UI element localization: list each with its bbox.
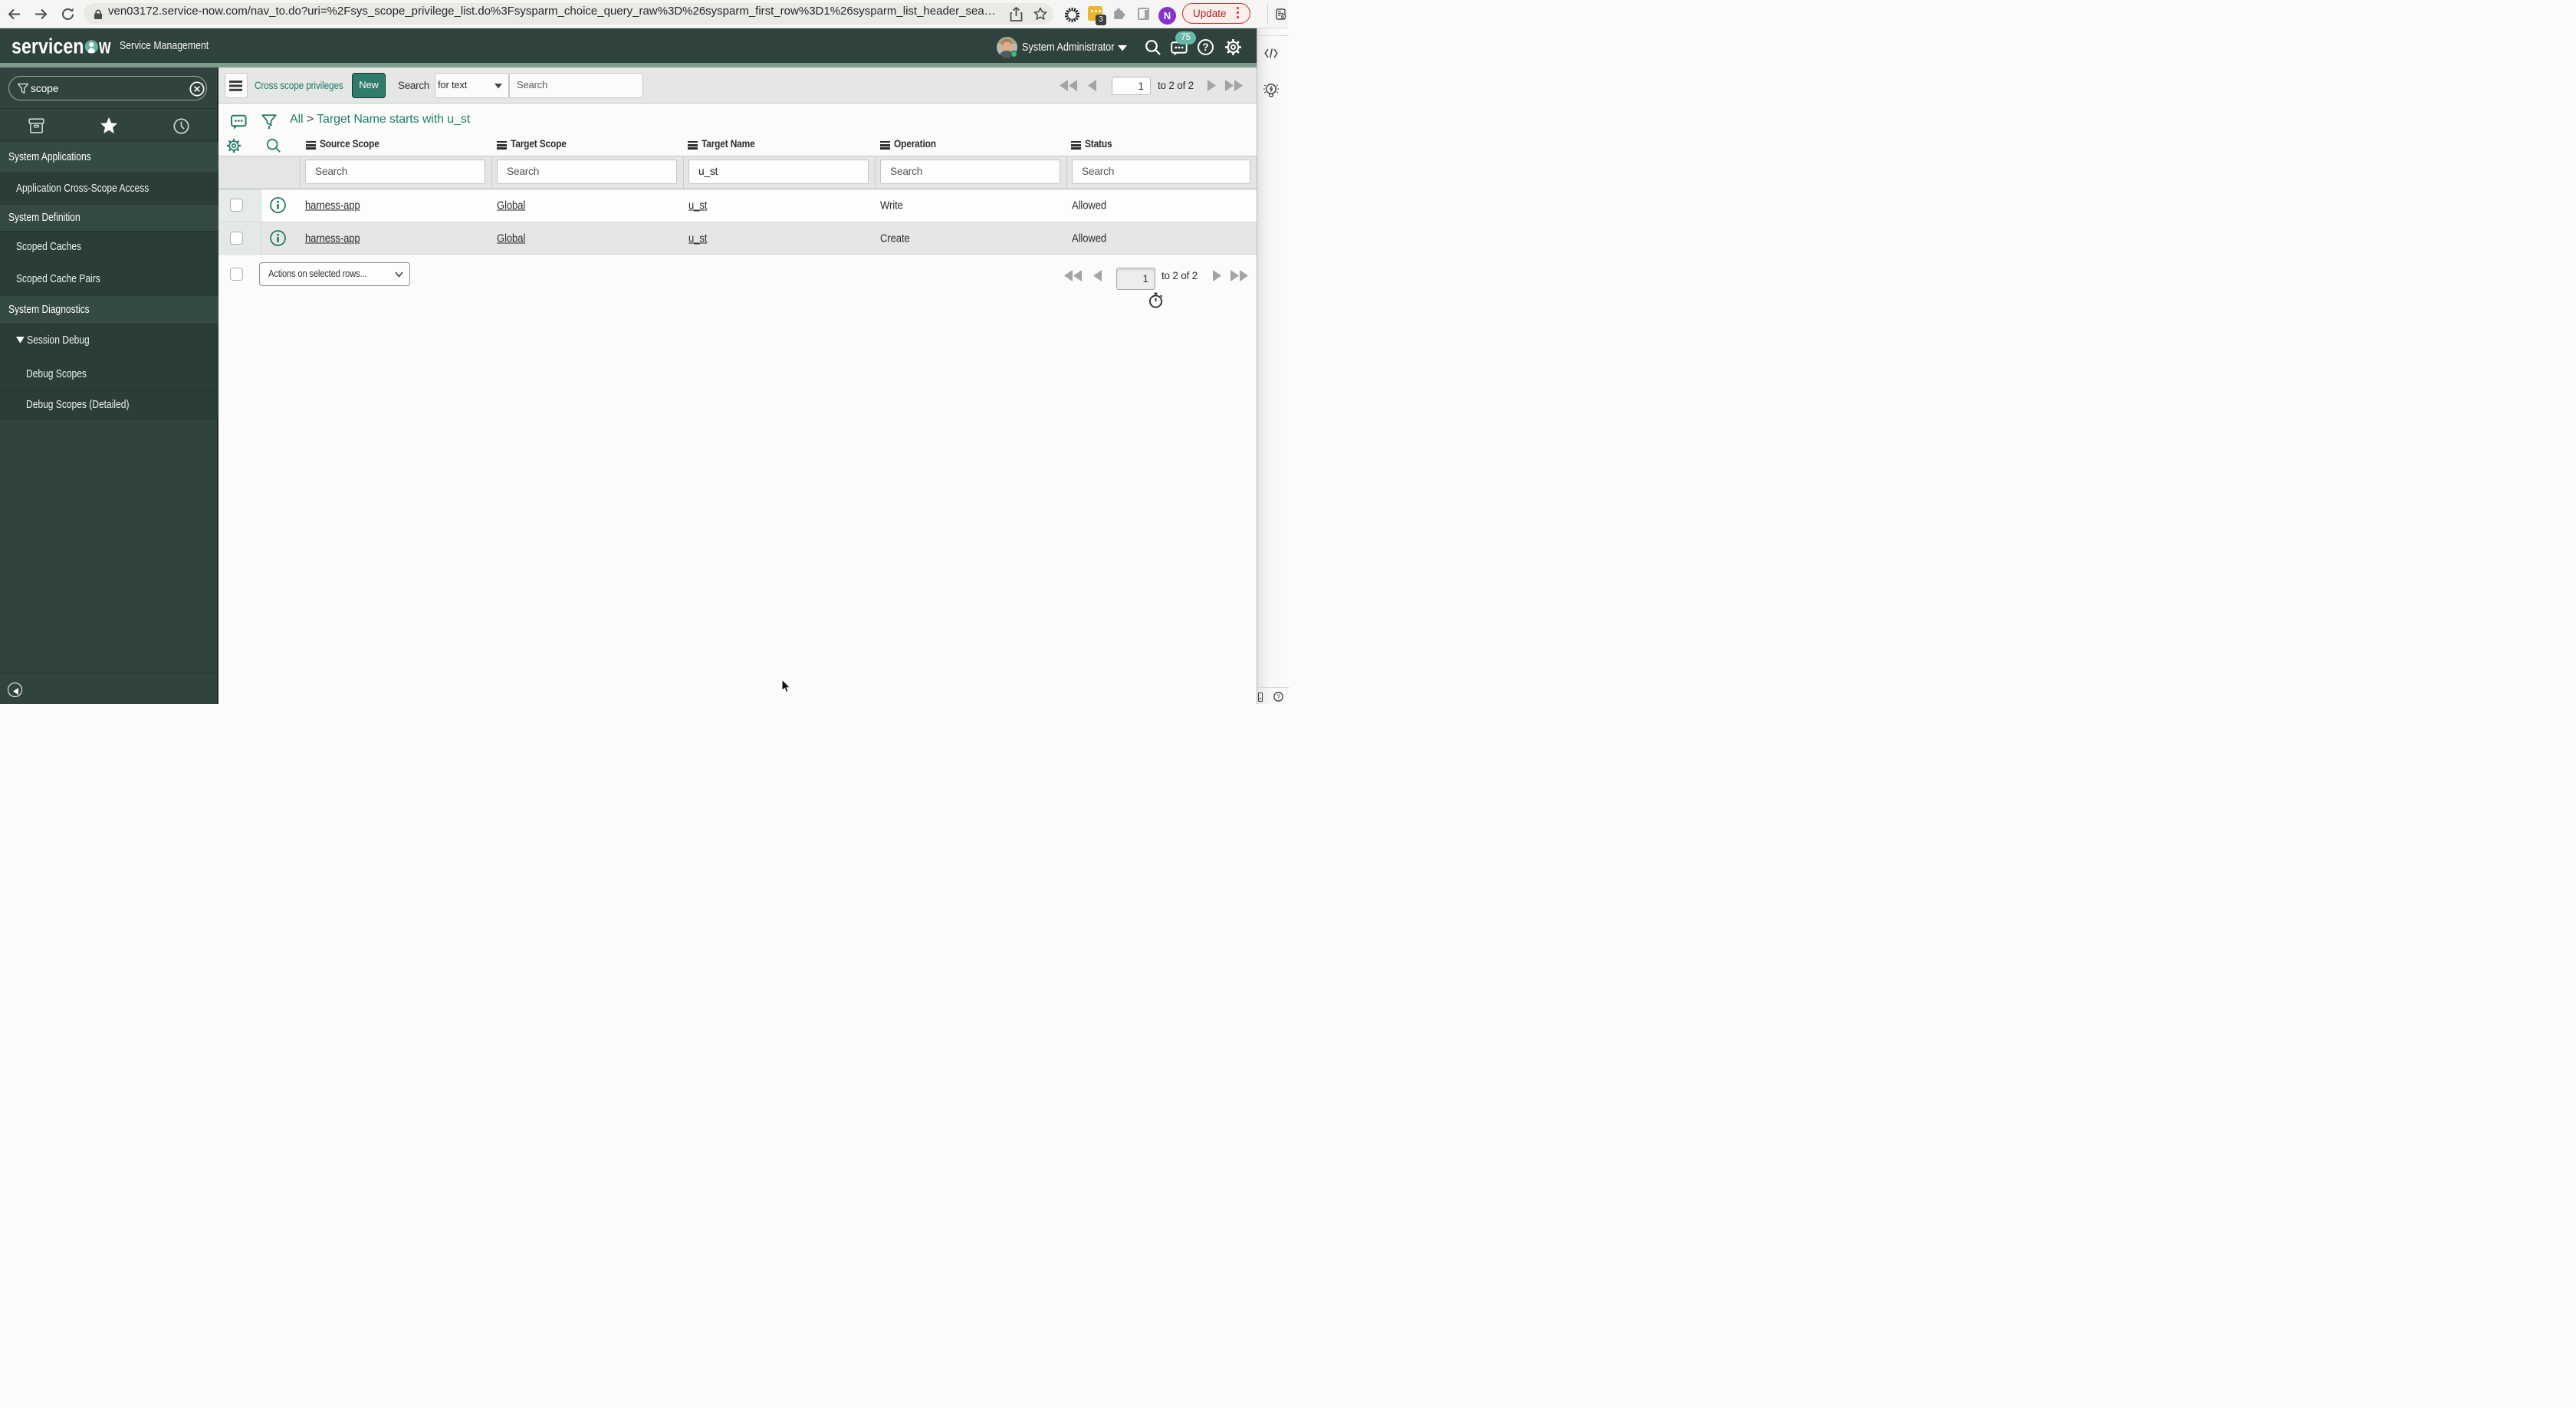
svg-text:?: ? (1276, 692, 1280, 700)
svg-text:w: w (98, 36, 111, 58)
svg-text:servicen: servicen (12, 36, 84, 58)
